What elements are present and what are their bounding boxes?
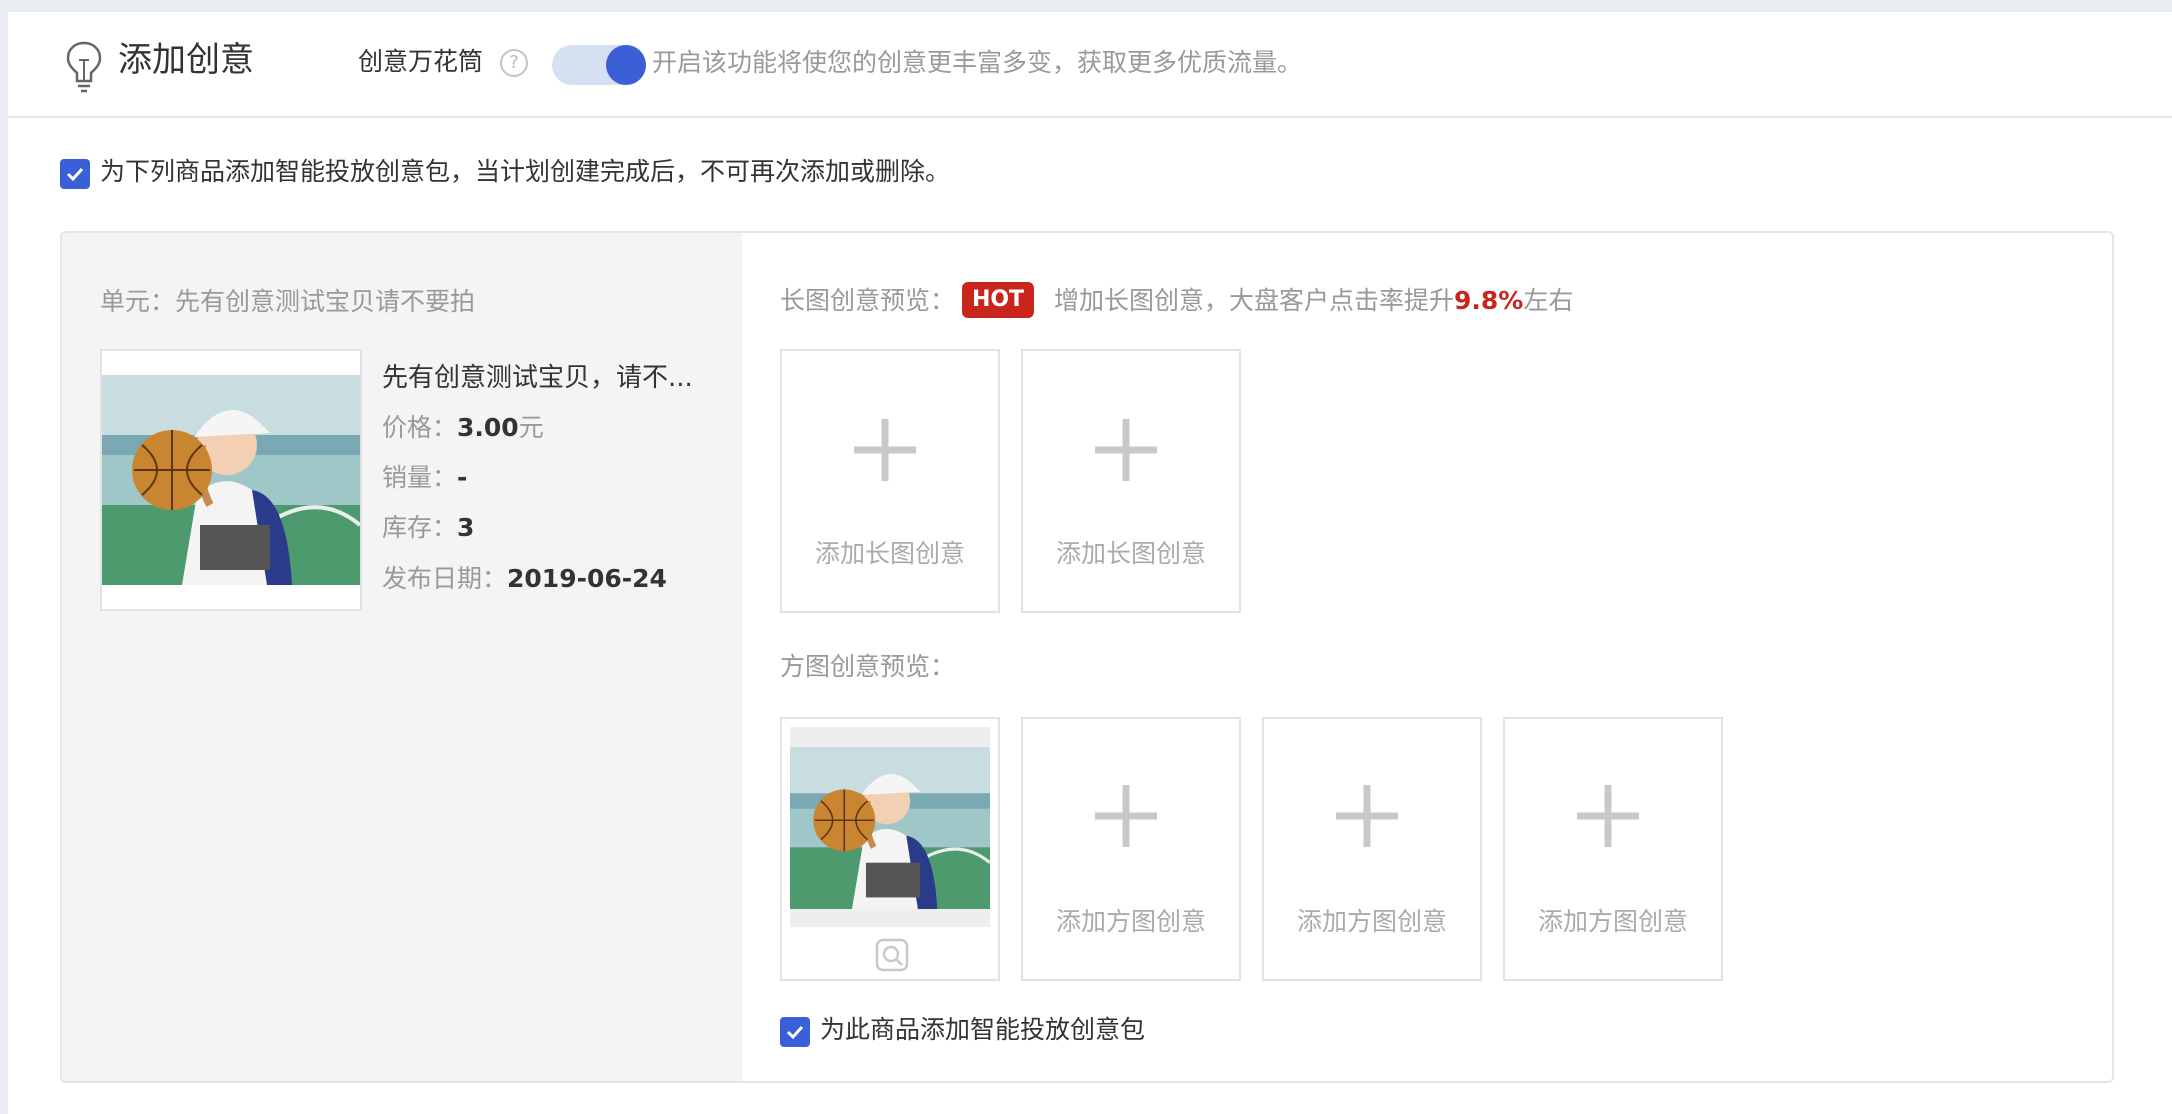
long-image-hint: 增加长图创意，大盘客户点击率提升9.8%左右: [1054, 283, 1573, 319]
sales-row: 销量：-: [382, 461, 467, 495]
product-info-column: 单元：先有创意测试宝贝请不要拍 先有创意测试宝贝，请不... 价格：3.00元 …: [62, 233, 742, 1081]
square-thumbnail: [790, 727, 990, 927]
stock-value: 3: [457, 513, 475, 542]
add-square-image-slot[interactable]: 添加方图创意: [1262, 717, 1482, 981]
plus-icon: [1577, 785, 1639, 847]
price-label: 价格：: [382, 413, 458, 442]
add-square-image-label: 添加方图创意: [1296, 907, 1447, 936]
plus-icon: [1095, 419, 1157, 481]
smart-package-label[interactable]: 为下列商品添加智能投放创意包，当计划创建完成后，不可再次添加或删除。: [100, 155, 950, 189]
item-package-checkbox[interactable]: [780, 1017, 810, 1047]
add-square-image-slot[interactable]: 添加方图创意: [1021, 717, 1241, 981]
add-long-image-slot[interactable]: 添加长图创意: [1021, 349, 1241, 613]
stock-row: 库存：3: [382, 511, 474, 545]
kaleidoscope-label: 创意万花筒: [358, 47, 484, 76]
page-title: 添加创意: [118, 40, 254, 80]
long-image-label: 长图创意预览：: [780, 286, 956, 315]
date-value: 2019-06-24: [507, 564, 667, 593]
sales-value: -: [457, 463, 468, 492]
creative-panel: 单元：先有创意测试宝贝请不要拍 先有创意测试宝贝，请不... 价格：3.00元 …: [60, 231, 2114, 1083]
kaleidoscope-hint: 开启该功能将使您的创意更丰富多变，获取更多优质流量。: [652, 48, 1303, 77]
add-long-image-slot[interactable]: 添加长图创意: [780, 349, 1000, 613]
unit-label: 单元：先有创意测试宝贝请不要拍: [100, 287, 476, 316]
price-unit: 元: [518, 413, 544, 442]
add-square-image-label: 添加方图创意: [1537, 907, 1688, 936]
square-photo: [790, 747, 990, 909]
add-square-image-label: 添加方图创意: [1055, 907, 1206, 936]
add-long-image-label: 添加长图创意: [814, 539, 965, 568]
square-image-preview[interactable]: [780, 717, 1000, 981]
hot-badge: HOT: [962, 282, 1034, 318]
date-label: 发布日期：: [382, 564, 508, 593]
product-name[interactable]: 先有创意测试宝贝，请不...: [382, 361, 693, 395]
add-long-image-label: 添加长图创意: [1055, 539, 1206, 568]
add-creative-card: 添加创意 创意万花筒 ? 开启该功能将使您的创意更丰富多变，获取更多优质流量。 …: [8, 12, 2172, 1114]
square-image-label: 方图创意预览：: [780, 652, 956, 681]
plus-icon: [1336, 785, 1398, 847]
stock-label: 库存：: [382, 513, 458, 542]
hint-suffix: 左右: [1523, 286, 1574, 315]
plus-icon: [854, 419, 916, 481]
lightbulb-icon: [66, 41, 102, 93]
card-header: 添加创意 创意万花筒 ? 开启该功能将使您的创意更丰富多变，获取更多优质流量。: [8, 12, 2172, 118]
item-package-label[interactable]: 为此商品添加智能投放创意包: [820, 1013, 1145, 1047]
smart-package-checkbox[interactable]: [60, 159, 90, 189]
date-row: 发布日期：2019-06-24: [382, 562, 667, 596]
question-circle-icon[interactable]: ?: [500, 49, 528, 77]
kaleidoscope-toggle[interactable]: [552, 45, 646, 85]
check-icon: [786, 1025, 804, 1040]
sales-label: 销量：: [382, 463, 458, 492]
add-square-image-slot[interactable]: 添加方图创意: [1503, 717, 1723, 981]
product-thumbnail: [100, 349, 362, 611]
price-value: 3.00: [457, 413, 519, 442]
price-row: 价格：3.00元: [382, 411, 544, 445]
product-photo: [102, 375, 360, 585]
hint-percentage: 9.8%: [1454, 286, 1524, 315]
toggle-knob: [606, 45, 646, 85]
plus-icon: [1095, 785, 1157, 847]
preview-eye-icon[interactable]: [874, 937, 910, 973]
check-icon: [66, 167, 84, 182]
hint-prefix: 增加长图创意，大盘客户点击率提升: [1054, 286, 1455, 315]
creative-preview-column: 长图创意预览： HOT 增加长图创意，大盘客户点击率提升9.8%左右 添加长图创…: [742, 233, 2112, 1081]
